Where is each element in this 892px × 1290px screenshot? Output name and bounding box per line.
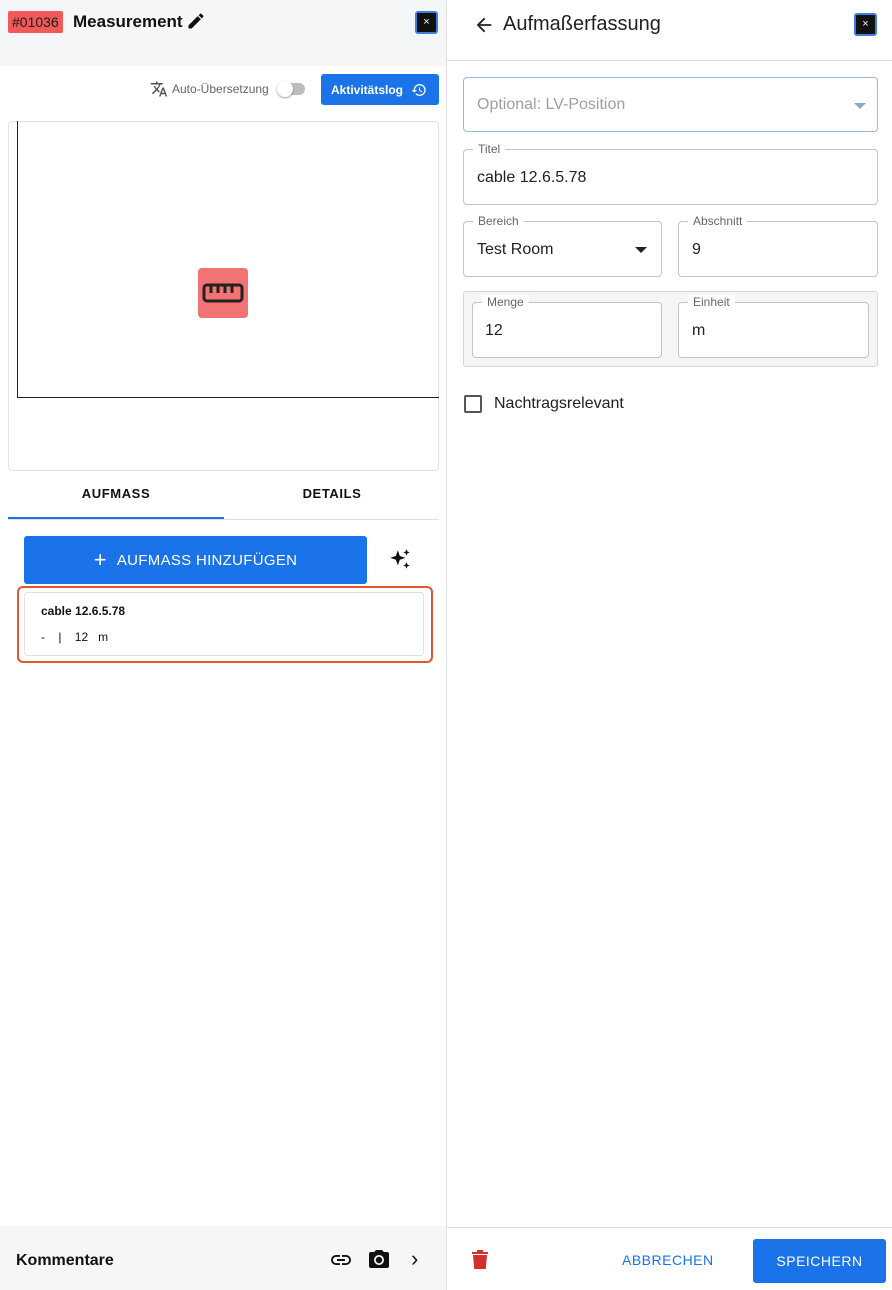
bereich-label: Bereich [473,214,524,228]
lv-position-placeholder: Optional: LV-Position [477,96,626,113]
list-item-title: cable 12.6.5.78 [41,604,126,618]
link-icon[interactable] [329,1248,353,1272]
menge-label: Menge [482,295,529,309]
translate-icon [150,81,168,97]
menge-field[interactable]: Menge 12 [472,295,662,358]
camera-icon[interactable] [367,1248,391,1272]
einheit-label: Einheit [688,295,735,309]
nachtrag-checkbox[interactable] [464,395,482,413]
title-field[interactable]: Titel cable 12.6.5.78 [463,142,878,205]
caret-down-icon [854,103,866,109]
tab-bar: AUFMASS DETAILS [8,472,439,520]
add-measurement-button[interactable]: + AUFMASS HINZUFÜGEN [24,536,367,584]
tab-details[interactable]: DETAILS [224,472,440,519]
auto-translation-toggle[interactable] [276,81,305,97]
auto-translation-control: Auto-Übersetzung [150,80,305,98]
close-form-button[interactable]: × [854,13,877,36]
tab-aufmass[interactable]: AUFMASS [8,472,224,519]
nachtrag-label: Nachtragsrelevant [494,395,624,412]
add-measurement-label: AUFMASS HINZUFÜGEN [116,551,298,569]
close-button[interactable]: × [415,11,438,34]
measurement-title: Measurement [73,12,183,31]
ruler-icon [202,283,244,303]
trash-icon[interactable] [471,1250,489,1270]
lv-position-select[interactable]: Optional: LV-Position [463,77,878,132]
caret-down-icon [635,247,647,253]
cancel-button[interactable]: ABBRECHEN [622,1252,714,1268]
save-button[interactable]: SPEICHERN [753,1239,886,1283]
abschnitt-value: 9 [692,241,701,258]
id-badge: #01036 [8,11,63,33]
sparkle-ai-icon[interactable] [387,547,413,573]
activity-log-label: Aktivitätslog [331,82,404,97]
chevron-right-icon[interactable]: › [411,1246,418,1272]
list-item-meta: - | 12 m [41,630,109,644]
bereich-value: Test Room [477,241,554,258]
plus-icon: + [93,547,107,572]
back-arrow-icon[interactable] [473,14,495,36]
title-field-label: Titel [473,142,506,156]
abschnitt-label: Abschnitt [688,214,748,228]
auto-translation-label: Auto-Übersetzung [172,82,269,96]
close-icon: × [862,18,869,30]
form-title: Aufmaßerfassung [503,13,661,35]
einheit-field[interactable]: Einheit m [678,295,869,358]
measurement-panel: #01036 Measurement × Auto-Übersetzung Ak… [0,0,446,1290]
measurement-form-panel: Aufmaßerfassung × Optional: LV-Position … [446,0,892,1290]
abschnitt-field[interactable]: Abschnitt 9 [678,214,878,277]
comments-label: Kommentare [16,1252,114,1269]
title-field-value: cable 12.6.5.78 [477,169,587,186]
plan-frame [17,121,439,398]
edit-pencil-icon[interactable] [186,11,206,31]
bereich-select[interactable]: Bereich Test Room [463,214,662,277]
menge-value: 12 [485,322,503,339]
comments-bar[interactable]: Kommentare › [0,1226,446,1290]
close-icon: × [423,16,430,28]
form-header: Aufmaßerfassung × [447,0,892,61]
list-item[interactable]: cable 12.6.5.78 - | 12 m [24,592,424,656]
measurement-pin[interactable] [198,268,248,318]
measurement-header: #01036 Measurement × [0,0,446,66]
activity-log-button[interactable]: Aktivitätslog [321,74,439,105]
form-footer: ABBRECHEN SPEICHERN [447,1227,892,1290]
einheit-value: m [692,322,706,339]
history-icon [411,83,426,96]
